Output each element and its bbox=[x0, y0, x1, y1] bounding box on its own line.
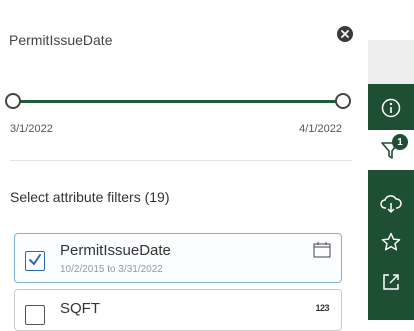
download-icon bbox=[380, 195, 402, 214]
download-button[interactable] bbox=[368, 184, 414, 224]
filter-button[interactable]: 1 bbox=[368, 130, 414, 170]
right-toolbar: 1 bbox=[368, 0, 414, 320]
favorite-button[interactable] bbox=[368, 222, 414, 262]
share-button[interactable] bbox=[368, 262, 414, 302]
checkbox-checked[interactable] bbox=[25, 251, 45, 271]
check-icon bbox=[29, 254, 41, 265]
attribute-filters-heading: Select attribute filters (19) bbox=[10, 189, 170, 205]
close-icon bbox=[341, 30, 349, 38]
attribute-filter-range: 10/2/2015 to 3/31/2022 bbox=[60, 264, 163, 275]
info-button[interactable] bbox=[368, 88, 414, 128]
range-min-label: 3/1/2022 bbox=[10, 123, 53, 135]
toolbar-header-area bbox=[368, 0, 414, 40]
star-icon bbox=[381, 232, 401, 251]
toolbar-gray-area bbox=[368, 40, 414, 84]
info-icon bbox=[381, 98, 401, 118]
field-title: PermitIssueDate bbox=[9, 32, 113, 48]
range-slider-track[interactable] bbox=[13, 100, 345, 103]
range-slider-max-handle[interactable] bbox=[335, 93, 351, 109]
number-type-icon: 123 bbox=[315, 303, 329, 313]
range-slider-min-handle[interactable] bbox=[5, 93, 21, 109]
close-button[interactable] bbox=[337, 26, 353, 42]
calendar-icon bbox=[313, 242, 331, 258]
attribute-filter-name: PermitIssueDate bbox=[60, 242, 171, 259]
attribute-filter-name: SQFT bbox=[60, 300, 100, 317]
range-max-label: 4/1/2022 bbox=[299, 123, 342, 135]
attribute-filter-item[interactable]: PermitIssueDate 10/2/2015 to 3/31/2022 bbox=[14, 233, 342, 283]
filter-count-badge: 1 bbox=[392, 134, 408, 150]
checkbox-unchecked[interactable] bbox=[25, 305, 45, 325]
share-icon bbox=[383, 274, 399, 290]
filter-panel: PermitIssueDate 3/1/2022 4/1/2022 Select… bbox=[0, 0, 368, 331]
divider bbox=[10, 160, 352, 161]
attribute-filter-item[interactable]: SQFT 123 bbox=[14, 289, 342, 331]
